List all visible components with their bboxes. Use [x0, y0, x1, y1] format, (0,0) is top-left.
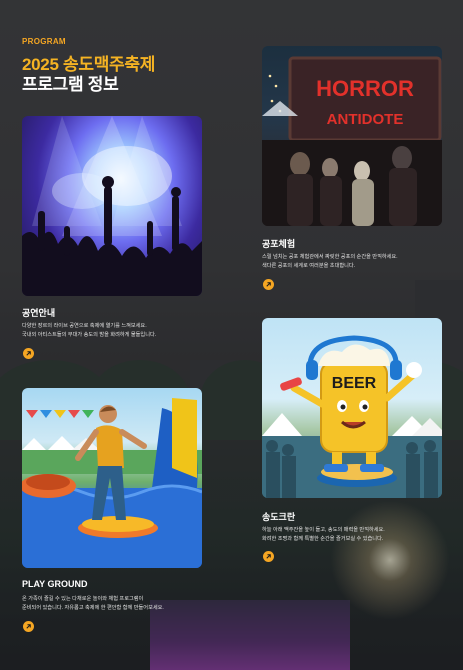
- page-title-line2: 프로그램 정보: [22, 75, 119, 94]
- concert-description: 다양한 장르의 라이브 공연으로 축제에 열기를 느껴보세요. 국내외 아티스트…: [22, 323, 157, 338]
- arrow-up-right-icon: [26, 624, 31, 629]
- horror-image[interactable]: HORROR ANTIDOTE: [262, 46, 442, 226]
- concert-more-button[interactable]: [23, 348, 34, 359]
- horror-sign-text: HORROR: [316, 76, 414, 101]
- horror-illustration: HORROR ANTIDOTE: [262, 56, 442, 226]
- playground-title: PLAY GROUND: [22, 579, 88, 589]
- horror-description: 스릴 넘치는 공포 체험관에서 짜릿한 공포의 순간을 만끽하세요. 색다른 공…: [262, 254, 398, 269]
- beer-more-button[interactable]: [263, 551, 274, 562]
- concert-image[interactable]: [22, 116, 202, 296]
- arrow-up-right-icon: [26, 351, 31, 356]
- beer-mascot-illustration: BEER: [262, 335, 442, 498]
- arrow-up-right-icon: [266, 282, 271, 287]
- concert-illustration: [22, 116, 202, 296]
- section-eyebrow: PROGRAM: [22, 37, 66, 46]
- playground-more-button[interactable]: [23, 621, 34, 632]
- horror-more-button[interactable]: [263, 279, 274, 290]
- horror-title: 공포체험: [262, 239, 296, 249]
- concert-title: 공연안내: [22, 308, 56, 318]
- beer-mascot-image[interactable]: BEER: [262, 318, 442, 498]
- beer-title: 송도크란: [262, 512, 296, 522]
- antidote-sign-text: ANTIDOTE: [327, 111, 404, 128]
- beer-description: 하늘 아래 맥주잔을 높이 들고, 송도의 매력을 만끽하세요. 화려한 조명과…: [262, 527, 385, 542]
- playground-description: 온 가족이 즐길 수 있는 다채로운 놀이와 체험 프로그램이 준비되어 있습니…: [22, 596, 164, 611]
- playground-image[interactable]: [22, 388, 202, 568]
- beer-label-text: BEER: [332, 375, 377, 392]
- arrow-up-right-icon: [266, 554, 271, 559]
- playground-illustration: [22, 398, 202, 568]
- program-section: PROGRAM 2025 송도맥주축제 프로그램 정보 공연안내 다양한 장르의…: [0, 0, 463, 670]
